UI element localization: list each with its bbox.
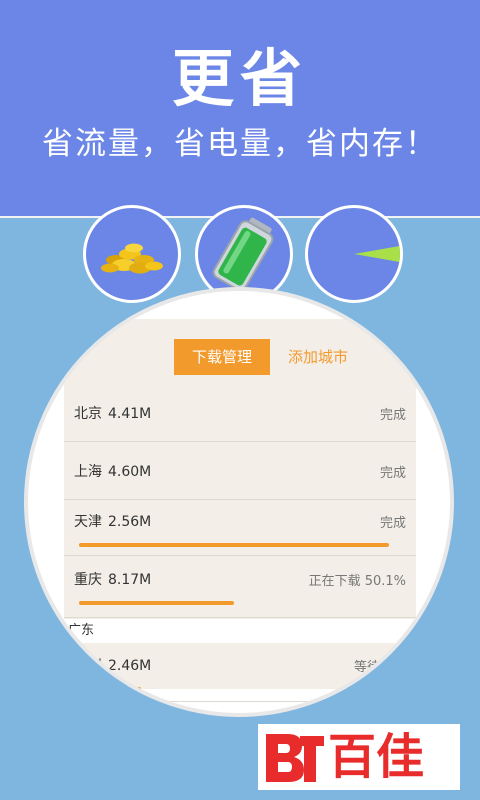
list-item[interactable]: 天津 2.56M 完成 <box>64 499 416 556</box>
progress-bar <box>79 687 389 691</box>
page-subtitle: 省流量，省电量，省内存！ <box>42 126 438 162</box>
group-label: 广东 <box>68 623 95 638</box>
tab-bar: 下载管理 添加城市 <box>174 339 366 375</box>
progress-bar <box>79 543 389 547</box>
status-text: 正在下载 50.1% <box>308 574 406 589</box>
city-name: 北京 <box>74 406 102 422</box>
status-text: 完成 <box>379 408 406 423</box>
header-banner: 更省 省流量，省电量，省内存！ <box>0 0 480 218</box>
page-title: 更省 <box>171 42 308 115</box>
progress-bar <box>79 601 389 605</box>
city-size: 2.56M <box>108 514 152 530</box>
magnifier-preview: 下载管理 添加城市 北京 4.41M 完成 上海 4.60M 完成 天津 2.56M … <box>24 287 454 717</box>
list-item[interactable]: 上海 4.60M 完成 <box>64 441 416 500</box>
city-size: 4.60M <box>108 464 152 480</box>
download-manager-panel: 下载管理 添加城市 北京 4.41M 完成 上海 4.60M 完成 天津 2.56M … <box>64 319 416 702</box>
progress-fill <box>79 601 235 605</box>
brand-logo: 百佳 <box>258 724 460 790</box>
status-text: 完成 <box>379 516 406 531</box>
city-size: 2.46M <box>108 658 152 674</box>
status-text: 完成 <box>379 466 406 481</box>
list-item[interactable]: 重庆 8.17M 正在下载 50.1% <box>64 555 416 618</box>
group-header: 广东 <box>64 619 416 643</box>
city-name: 重庆 <box>74 572 102 588</box>
status-text: 等待下载 <box>353 660 406 675</box>
coins-icon <box>83 205 181 303</box>
city-name: 广州 <box>74 658 102 674</box>
city-size: 4.41M <box>108 406 152 422</box>
list-item[interactable]: 广州 2.46M 等待下载 <box>64 643 416 702</box>
tab-download-manager[interactable]: 下载管理 <box>174 339 270 375</box>
pie-icon <box>305 205 403 303</box>
city-size: 8.17M <box>108 572 152 588</box>
brand-logo-text: 百佳 <box>328 729 425 785</box>
progress-fill <box>79 543 389 547</box>
tab-add-city[interactable]: 添加城市 <box>270 339 366 375</box>
list-item[interactable]: 北京 4.41M 完成 <box>64 377 416 442</box>
city-name: 上海 <box>74 464 102 480</box>
city-name: 天津 <box>74 514 102 530</box>
progress-fill <box>79 687 141 691</box>
